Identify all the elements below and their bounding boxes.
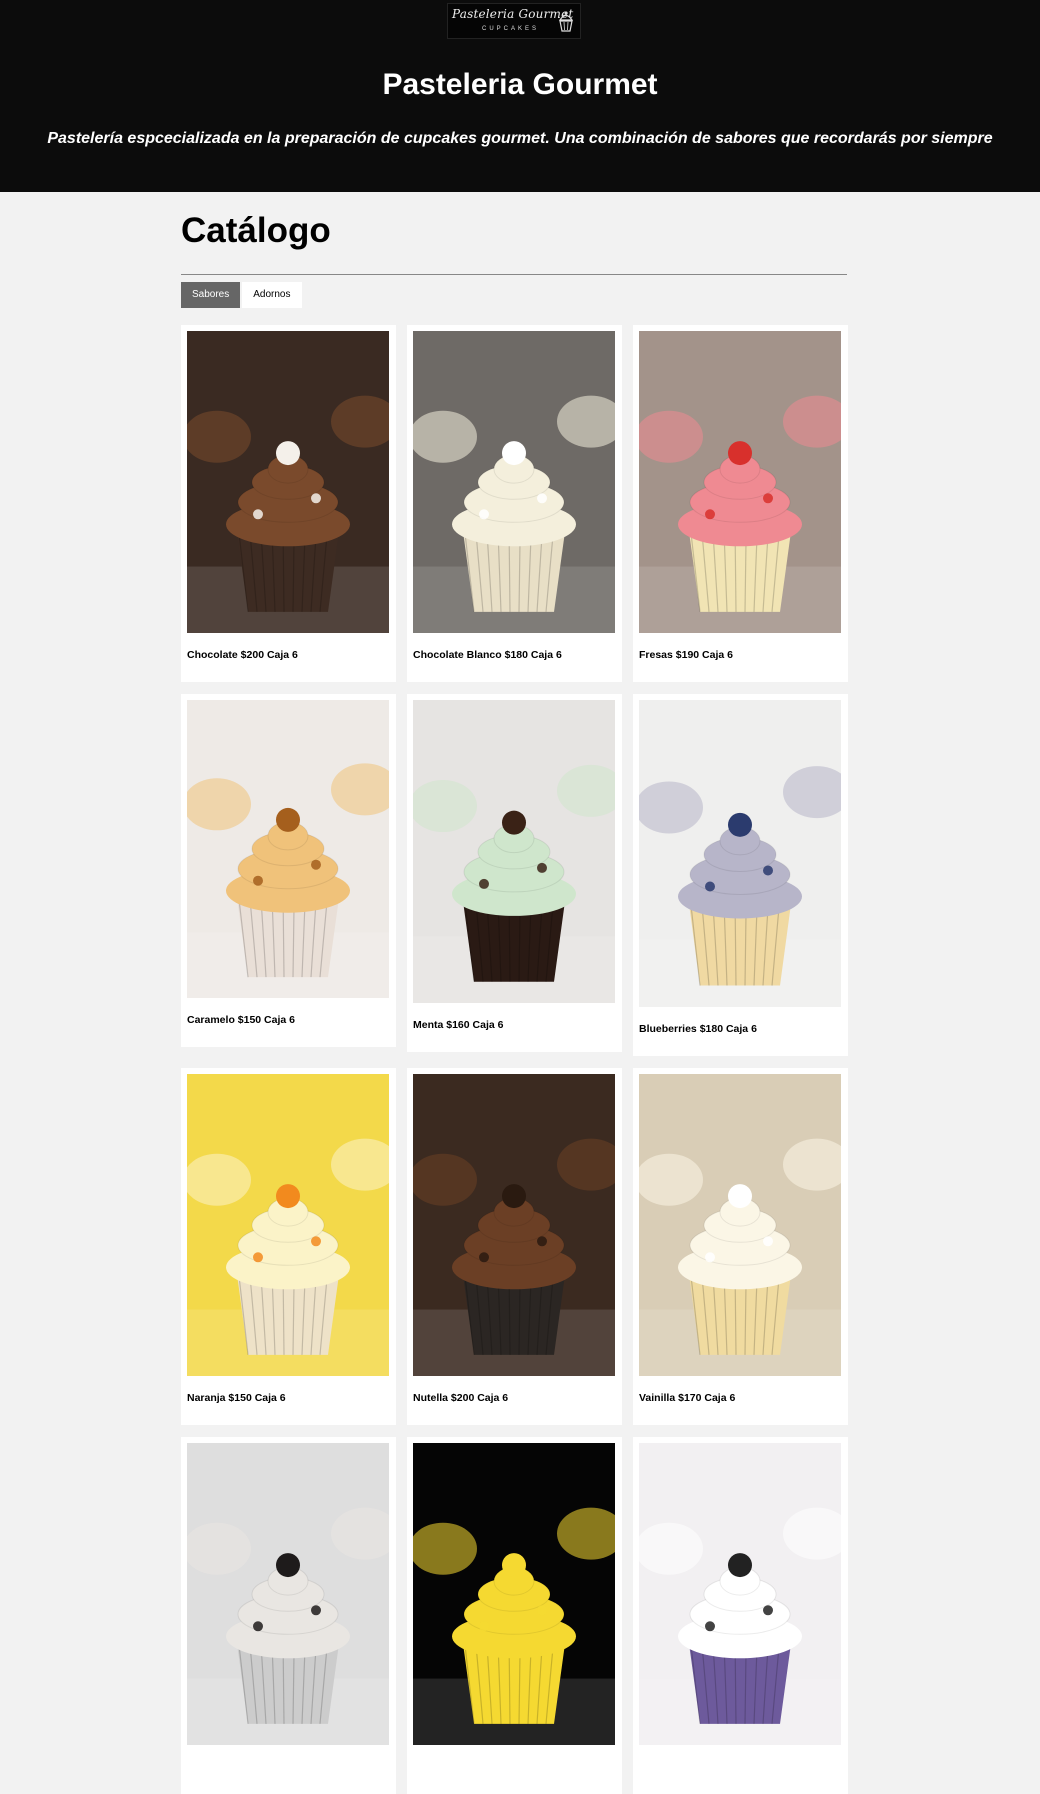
pikachu-cupcake-image[interactable] (413, 1443, 615, 1745)
product-card[interactable]: Blueberries $180 Caja 6 (633, 694, 848, 1056)
mint-chocolate-cupcake-image[interactable] (413, 700, 615, 1003)
catalog-tabs: Sabores Adornos (181, 282, 302, 308)
tab-sabores[interactable]: Sabores (181, 282, 241, 308)
white-chocolate-cupcake-image[interactable] (413, 331, 615, 633)
product-label: Caramelo $150 Caja 6 (187, 1014, 295, 1026)
brand-logo[interactable]: Pasteleria Gourmet CUPCAKES (447, 3, 581, 39)
product-card[interactable]: Caramelo $150 Caja 6 (181, 694, 396, 1047)
product-card[interactable]: Naranja $150 Caja 6 (181, 1068, 396, 1425)
product-label: Chocolate $200 Caja 6 (187, 649, 298, 661)
product-label: Nutella $200 Caja 6 (413, 1392, 509, 1404)
caramel-cupcake-image[interactable] (187, 700, 389, 998)
blueberry-cupcake-image[interactable] (639, 700, 841, 1007)
product-label: Fresas $190 Caja 6 (639, 649, 733, 661)
site-tagline: Pastelería espcecializada en la preparac… (47, 130, 993, 147)
oreo-cupcake-image[interactable] (187, 1443, 389, 1745)
strawberry-cupcake-image[interactable] (639, 331, 841, 633)
product-card[interactable]: Chocolate $200 Caja 6 (181, 325, 396, 682)
vanilla-cupcake-image[interactable] (639, 1074, 841, 1376)
product-card[interactable] (181, 1437, 396, 1794)
product-label: Chocolate Blanco $180 Caja 6 (413, 649, 562, 661)
nutella-cupcake-image[interactable] (413, 1074, 615, 1376)
chocolate-marshmallow-cupcake-image[interactable] (187, 331, 389, 633)
tab-adornos[interactable]: Adornos (242, 282, 302, 308)
product-card[interactable]: Nutella $200 Caja 6 (407, 1068, 622, 1425)
product-card[interactable]: Vainilla $170 Caja 6 (633, 1068, 848, 1425)
page-title: Catálogo (181, 211, 331, 250)
site-title: Pasteleria Gourmet (382, 68, 658, 101)
product-label: Naranja $150 Caja 6 (187, 1392, 286, 1404)
product-card[interactable]: Fresas $190 Caja 6 (633, 325, 848, 682)
product-card[interactable]: Menta $160 Caja 6 (407, 694, 622, 1052)
product-card[interactable] (633, 1437, 848, 1794)
site-header: Pasteleria Gourmet CUPCAKES Pasteleria G… (0, 0, 1040, 192)
ghost-cupcake-image[interactable] (639, 1443, 841, 1745)
product-label: Blueberries $180 Caja 6 (639, 1023, 757, 1035)
cupcake-logo-icon (558, 11, 574, 32)
product-card[interactable]: Chocolate Blanco $180 Caja 6 (407, 325, 622, 682)
logo-subtext: CUPCAKES (482, 26, 540, 32)
product-card[interactable] (407, 1437, 622, 1794)
divider (181, 274, 847, 275)
orange-cupcake-image[interactable] (187, 1074, 389, 1376)
product-label: Menta $160 Caja 6 (413, 1019, 504, 1031)
product-label: Vainilla $170 Caja 6 (639, 1392, 736, 1404)
product-grid: Chocolate $200 Caja 6 Chocolate Blanco $1… (181, 325, 848, 1794)
logo-script-text: Pasteleria Gourmet (452, 7, 574, 21)
